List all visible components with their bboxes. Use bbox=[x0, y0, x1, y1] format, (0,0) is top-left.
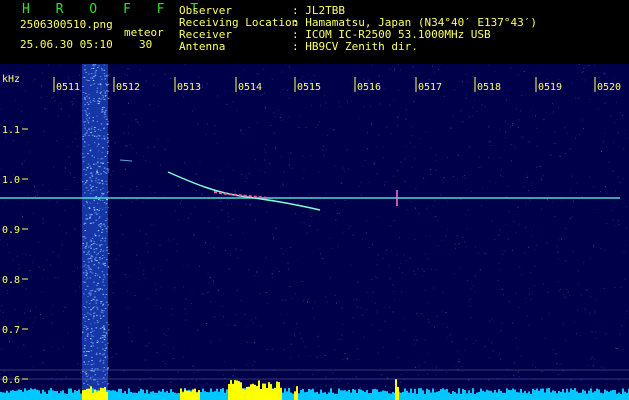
spectrogram: kHz 1.1 1.0 0.9 0.8 0.7 0.6 0511 0512 0513 0514 051… bbox=[0, 64, 629, 400]
antenna-label: Antenna bbox=[179, 40, 226, 53]
antenna-value: : HB9CV Zenith dir. bbox=[292, 40, 418, 53]
x-tick-label: 0520 bbox=[597, 82, 621, 93]
x-tick-label: 0511 bbox=[56, 82, 80, 93]
y-tick-label: 0.7 bbox=[2, 325, 20, 336]
y-axis-unit: kHz bbox=[2, 74, 20, 85]
x-tick-label: 0517 bbox=[418, 82, 442, 93]
meteor-count-value: 30 bbox=[139, 38, 153, 51]
x-tick-label: 0515 bbox=[297, 82, 321, 93]
interference-band bbox=[82, 64, 110, 400]
datetime: 25.06.30 05:10 bbox=[20, 38, 113, 51]
x-tick-label: 0513 bbox=[177, 82, 201, 93]
y-tick-label: 0.8 bbox=[2, 275, 20, 286]
x-tick-label: 0519 bbox=[538, 82, 562, 93]
x-tick-label: 0518 bbox=[477, 82, 501, 93]
y-tick-label: 0.6 bbox=[2, 375, 20, 386]
x-tick-label: 0514 bbox=[238, 82, 262, 93]
y-tick-label: 0.9 bbox=[2, 225, 20, 236]
y-tick-label: 1.1 bbox=[2, 125, 20, 136]
filename: 2506300510.png bbox=[20, 18, 113, 31]
x-tick-label: 0516 bbox=[357, 82, 381, 93]
y-tick-label: 1.0 bbox=[2, 175, 20, 186]
header-panel: H R O F F T 2506300510.png 25.06.30 05:1… bbox=[0, 0, 629, 64]
x-tick-label: 0512 bbox=[116, 82, 140, 93]
